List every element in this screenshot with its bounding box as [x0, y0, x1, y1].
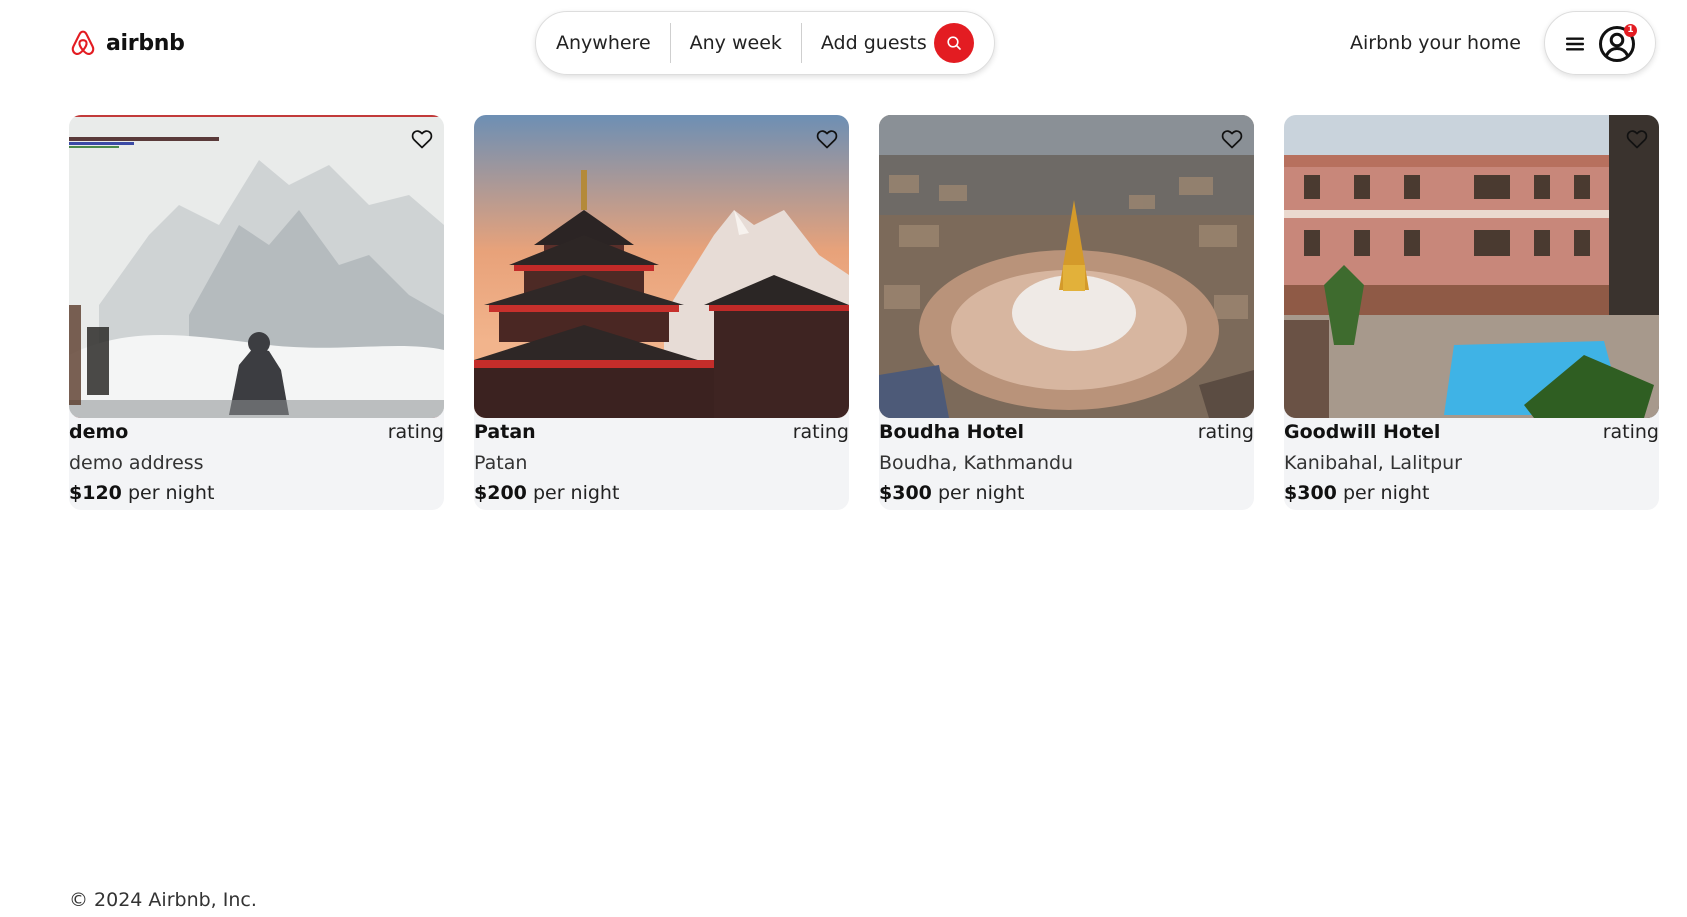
- user-menu-button[interactable]: 1: [1544, 11, 1656, 75]
- search-dates[interactable]: Any week: [671, 23, 801, 63]
- listing-card[interactable]: Goodwill Hotel rating Kanibahal, Lalitpu…: [1284, 115, 1659, 510]
- favorite-heart-icon[interactable]: [410, 127, 434, 151]
- listing-price: $300 per night: [1284, 482, 1429, 504]
- listing-rating: rating: [1602, 421, 1659, 443]
- price-unit: per night: [127, 482, 215, 504]
- listing-title: demo: [69, 421, 129, 443]
- host-link[interactable]: Airbnb your home: [1350, 28, 1521, 58]
- search-button[interactable]: [934, 23, 974, 63]
- listing-rating: rating: [387, 421, 444, 443]
- listing-title: Goodwill Hotel: [1284, 421, 1441, 443]
- search-bar[interactable]: Anywhere Any week Add guests: [535, 11, 995, 75]
- price-amount: $300: [1284, 482, 1337, 504]
- footer-copyright: © 2024 Airbnb, Inc.: [69, 889, 257, 911]
- favorite-heart-icon[interactable]: [815, 127, 839, 151]
- listing-address: Boudha, Kathmandu: [879, 452, 1074, 474]
- top-nav: airbnb Anywhere Any week Add guests Airb…: [0, 0, 1687, 86]
- price-amount: $120: [69, 482, 122, 504]
- airbnb-logo-icon: [71, 30, 95, 56]
- listing-photo: [879, 115, 1254, 418]
- search-location[interactable]: Anywhere: [556, 23, 670, 63]
- price-amount: $300: [879, 482, 932, 504]
- listing-card[interactable]: Patan rating Patan $200 per night: [474, 115, 849, 510]
- listings-grid: demo rating demo address $120 per night: [69, 115, 1659, 510]
- listing-title: Patan: [474, 421, 536, 443]
- price-unit: per night: [937, 482, 1025, 504]
- favorite-heart-icon[interactable]: [1625, 127, 1649, 151]
- listing-price: $200 per night: [474, 482, 619, 504]
- hamburger-menu-icon: [1566, 37, 1584, 51]
- listing-rating: rating: [1197, 421, 1254, 443]
- notification-badge: 1: [1624, 24, 1637, 37]
- listing-image[interactable]: [69, 115, 444, 418]
- listing-address: Kanibahal, Lalitpur: [1284, 452, 1462, 474]
- favorite-heart-icon[interactable]: [1220, 127, 1244, 151]
- listing-price: $120 per night: [69, 482, 214, 504]
- price-unit: per night: [1342, 482, 1430, 504]
- listing-image[interactable]: [474, 115, 849, 418]
- listing-address: demo address: [69, 452, 204, 474]
- listing-card[interactable]: demo rating demo address $120 per night: [69, 115, 444, 510]
- listing-image[interactable]: [1284, 115, 1659, 418]
- listing-title: Boudha Hotel: [879, 421, 1025, 443]
- brand-name: airbnb: [106, 30, 185, 56]
- listing-price: $300 per night: [879, 482, 1024, 504]
- listing-address: Patan: [474, 452, 528, 474]
- brand-logo[interactable]: airbnb: [69, 27, 185, 59]
- listing-card[interactable]: Boudha Hotel rating Boudha, Kathmandu $3…: [879, 115, 1254, 510]
- listing-image[interactable]: [879, 115, 1254, 418]
- price-amount: $200: [474, 482, 527, 504]
- listing-photo: [474, 115, 849, 418]
- search-icon: [947, 36, 961, 50]
- listing-photo: [1284, 115, 1659, 418]
- listing-photo: [69, 115, 444, 418]
- search-guests[interactable]: Add guests: [802, 23, 946, 63]
- listing-rating: rating: [792, 421, 849, 443]
- price-unit: per night: [532, 482, 620, 504]
